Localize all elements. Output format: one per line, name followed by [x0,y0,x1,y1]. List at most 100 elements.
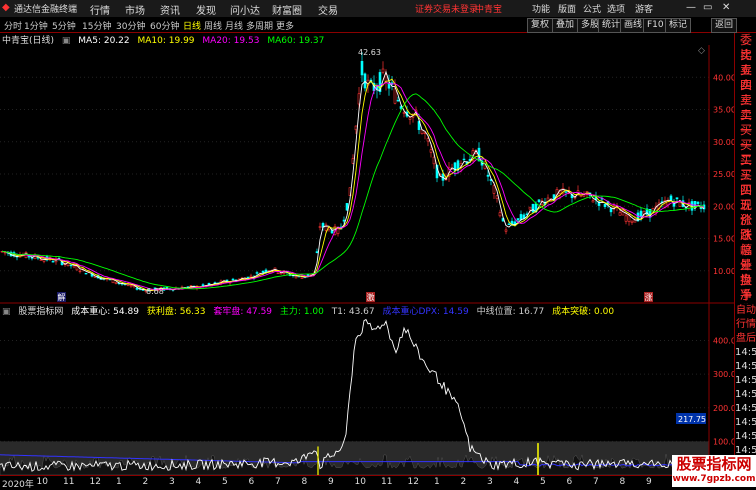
event-marker[interactable]: 解 [57,292,66,302]
candle-body [201,284,205,287]
tick-time-label[interactable]: 盘后 [735,332,756,346]
candle-body [462,158,466,161]
quote-field-label[interactable]: 委比 [735,33,756,62]
period-tab[interactable]: 1分钟 [24,19,48,32]
period-tab[interactable]: 多周期 [246,19,273,32]
date-tick-label: 12 [407,477,419,487]
minimize-icon[interactable]: — [686,2,696,13]
event-marker[interactable]: 涨 [644,292,653,302]
menu-item[interactable]: 财富圈 [272,2,302,17]
tick-time-label[interactable]: 14:56 [735,416,756,430]
lower-grid [0,340,709,475]
quote-field-label[interactable]: 买五 [735,183,756,212]
candle-body [675,197,679,200]
indicator-value: 成本重心: 54.89 [71,307,139,317]
quote-field-label[interactable]: 涨幅 [735,228,756,257]
menu-item[interactable]: 市场 [125,2,145,17]
quote-field-label[interactable]: 买二 [735,138,756,167]
pane-maximize-icon[interactable]: ◇ [698,46,705,56]
peak-label: 42.63 [358,48,381,57]
period-tab[interactable]: 15分钟 [82,19,111,32]
quote-field-label[interactable]: 外盘 [735,258,756,287]
menu-item[interactable]: 发现 [196,2,216,17]
quote-field-label[interactable]: 卖四 [735,63,756,92]
watermark-title: 股票指标网 [676,455,752,473]
quote-field-label[interactable]: 买四 [735,168,756,197]
quote-field-label[interactable]: 现价 [735,198,756,227]
tick-time-label[interactable]: 14:56 [735,346,756,360]
close-icon[interactable]: ✕ [722,2,730,13]
date-tick-label: 3 [169,477,175,487]
tick-time-label[interactable]: 14:56 [735,402,756,416]
stock-name: 中青宝 [475,5,503,15]
tick-time-label[interactable]: 自动 [735,304,756,318]
date-axis: 2020年1011121234567891011121234567891011 [0,475,734,490]
login-prompt[interactable]: 证券交易未登录 [415,2,478,15]
quote-field-label[interactable]: 总量 [735,243,756,272]
quote-field-label[interactable]: 卖三 [735,78,756,107]
candle-body [519,214,523,220]
date-tick-label: 2 [142,477,149,487]
date-tick-label: 7 [275,477,281,487]
menu-item[interactable]: 行情 [90,2,110,17]
quote-field-label[interactable]: 卖一 [735,108,756,137]
indicator-tick-label: 100.00 [713,437,734,446]
period-tab[interactable]: 30分钟 [116,19,145,32]
event-marker[interactable]: 激 [366,292,375,302]
candle-body [276,272,280,274]
quote-field-label[interactable]: 卖五 [735,48,756,77]
ma-info-bar: 中青宝(日线) ▣ MA5: 20.22 MA10: 19.99 MA20: 1… [0,33,710,46]
settings-icon[interactable]: ▣ [2,307,11,317]
candle-body [396,99,400,102]
candle-body [114,282,118,284]
candle-body [609,208,613,213]
tick-time-label[interactable]: 14:56 [735,374,756,388]
candle-body [360,60,364,76]
tool-button[interactable]: F10 [643,18,668,33]
quote-field-label[interactable]: 买一 [735,123,756,152]
tick-time-label[interactable]: 14:56 [735,388,756,402]
quote-field-label[interactable]: 净资 [735,288,756,317]
tick-time-label[interactable]: 行情 [735,318,756,332]
menu-item[interactable]: 问小达 [230,2,260,17]
quote-field-label[interactable]: 买三 [735,153,756,182]
candle-body [591,200,595,203]
charts-svg: 40.00 35.00 30.00 25.00 20.00 15.00 10.00 400.… [0,45,734,475]
menu-right-item[interactable]: 选项 [607,2,625,15]
period-tab[interactable]: 月线 [225,19,243,32]
menu-item[interactable]: 交易 [318,2,338,17]
date-tick-label: 5 [540,477,546,487]
period-tab[interactable]: 5分钟 [52,19,76,32]
svg-text:激: 激 [367,292,375,302]
maximize-icon[interactable]: ▭ [703,2,712,13]
ma10-line [1,78,705,291]
quote-field-label[interactable]: 换手 [735,273,756,302]
price-axis: 40.00 35.00 30.00 25.00 20.00 15.00 10.00 [713,73,734,276]
candle-body [516,218,520,221]
period-tab[interactable]: 分时 [4,19,22,32]
period-tab-more[interactable]: 更多 [276,19,294,32]
tick-time-label[interactable]: 14:56 [735,360,756,374]
menu-item[interactable]: 资讯 [160,2,180,17]
menu-right-item[interactable]: 公式 [583,2,601,15]
tool-button[interactable]: 返回 [711,18,738,33]
period-tab-active[interactable]: 日线 [183,19,201,32]
quote-field-label[interactable]: 涨跌 [735,213,756,242]
date-tick-label: 4 [513,477,520,487]
candle-body [603,203,607,207]
period-tab[interactable]: 60分钟 [150,19,179,32]
quote-field-label[interactable]: 卖二 [735,93,756,122]
low-label: 6.68 [146,287,164,296]
menu-right-item[interactable]: 版面 [558,2,576,15]
date-tick-label: 9 [646,477,652,487]
candle-body [492,185,496,194]
menu-right-item[interactable]: 功能 [532,2,550,15]
candle-body [669,195,673,201]
period-tab[interactable]: 周线 [204,19,222,32]
candle-body [231,278,235,281]
tool-button[interactable]: 复权 [527,18,554,33]
guest-label[interactable]: 游客 [635,2,653,15]
tool-button[interactable]: 标记 [665,18,692,33]
tool-button[interactable]: 叠加 [552,18,579,33]
tick-time-label[interactable]: 14:56 [735,430,756,444]
